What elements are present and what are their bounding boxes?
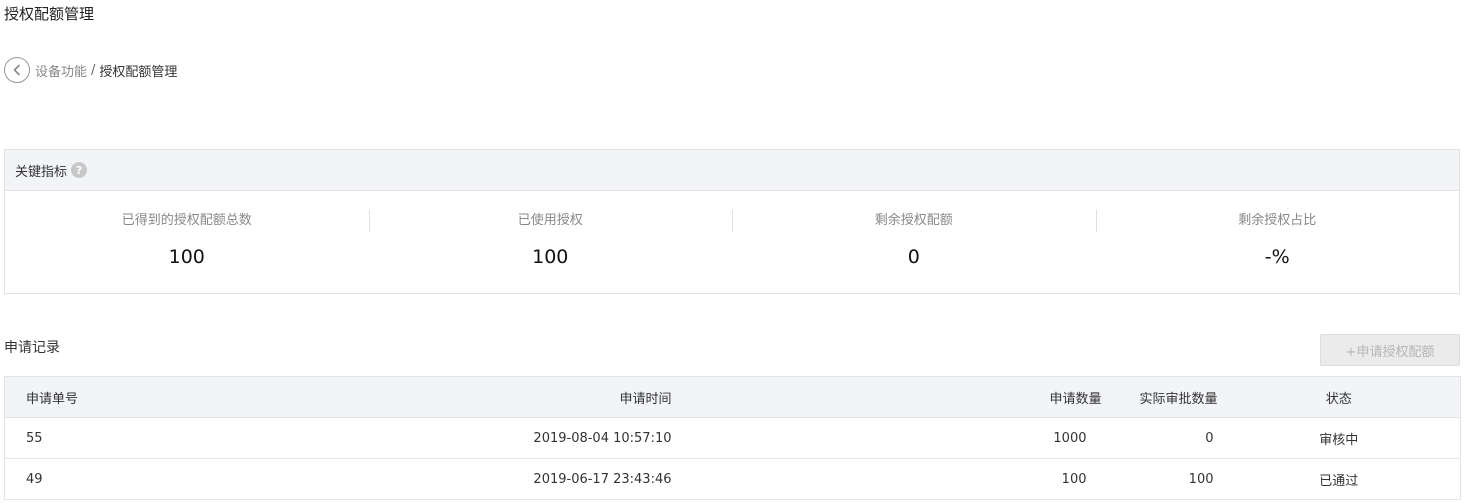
cell-approved: 0 — [1101, 417, 1218, 459]
metric-value: 100 — [168, 246, 205, 268]
table-row[interactable]: 49 2019-06-17 23:43:46 100 100 已通过 — [4, 458, 1461, 500]
cell-approved: 100 — [1101, 458, 1218, 500]
breadcrumb-current: 授权配额管理 — [99, 64, 178, 80]
column-header-time: 申请时间 — [204, 376, 672, 418]
metric-remaining-ratio: 剩余授权占比 -% — [1095, 191, 1460, 293]
column-header-quantity: 申请数量 — [671, 376, 1102, 418]
cell-time: 2019-06-17 23:43:46 — [204, 458, 672, 500]
key-metrics-body: 已得到的授权配额总数 100 已使用授权 100 剩余授权配额 0 剩余授权占比… — [5, 191, 1459, 293]
cell-id: 49 — [4, 458, 205, 500]
column-header-approved: 实际审批数量 — [1101, 376, 1218, 418]
back-button[interactable] — [4, 57, 30, 83]
cell-id: 55 — [4, 417, 205, 459]
cell-status: 已通过 — [1217, 458, 1461, 500]
table-row[interactable]: 55 2019-08-04 10:57:10 1000 0 审核中 — [4, 417, 1461, 459]
metric-label: 已使用授权 — [517, 213, 583, 228]
metric-value: 100 — [532, 246, 569, 268]
records-table: 申请单号 申请时间 申请数量 实际审批数量 状态 55 2019-08-04 1… — [4, 376, 1461, 500]
key-metrics-panel: 关键指标 ? 已得到的授权配额总数 100 已使用授权 100 剩余授权配额 0… — [4, 149, 1460, 294]
breadcrumb-separator: / — [91, 62, 96, 78]
help-icon[interactable]: ? — [71, 162, 88, 178]
page-title: 授权配额管理 — [4, 5, 95, 23]
cell-quantity: 100 — [671, 458, 1102, 500]
table-header-row: 申请单号 申请时间 申请数量 实际审批数量 状态 — [4, 376, 1461, 418]
key-metrics-title: 关键指标 — [15, 164, 68, 180]
column-header-id: 申请单号 — [4, 376, 205, 418]
metric-label: 已得到的授权配额总数 — [121, 213, 252, 228]
metric-remaining-quota: 剩余授权配额 0 — [732, 191, 1096, 293]
metric-value: -% — [1264, 246, 1290, 268]
metric-value: 0 — [907, 246, 920, 268]
cell-status: 审核中 — [1217, 417, 1461, 459]
chevron-left-icon — [11, 64, 23, 76]
key-metrics-header: 关键指标 ? — [5, 150, 1459, 191]
metric-total-quota: 已得到的授权配额总数 100 — [5, 191, 369, 293]
column-header-status: 状态 — [1217, 376, 1461, 418]
breadcrumb-parent-link[interactable]: 设备功能 — [35, 61, 87, 80]
metric-used-licenses: 已使用授权 100 — [368, 191, 733, 293]
metric-label: 剩余授权占比 — [1238, 213, 1317, 228]
apply-quota-button[interactable]: +申请授权配额 — [1320, 334, 1460, 366]
records-title: 申请记录 — [4, 340, 60, 356]
metric-label: 剩余授权配额 — [874, 213, 953, 228]
breadcrumb: 设备功能 / 授权配额管理 — [4, 57, 177, 83]
cell-quantity: 1000 — [671, 417, 1102, 459]
cell-time: 2019-08-04 10:57:10 — [204, 417, 672, 459]
